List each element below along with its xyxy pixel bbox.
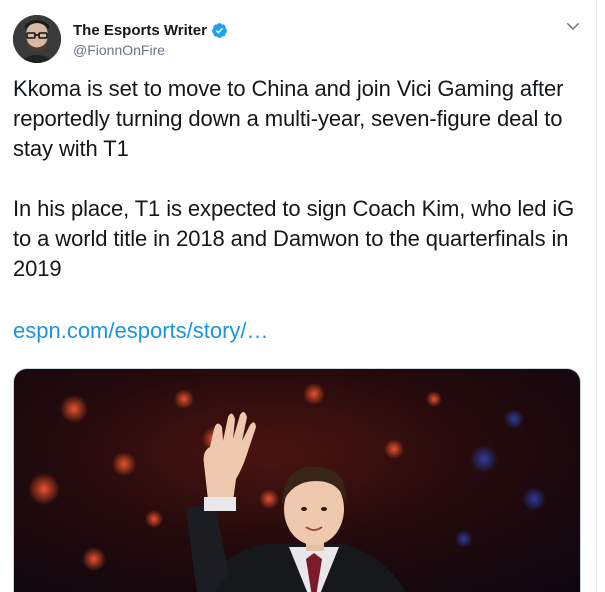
tweet-text: Kkoma is set to move to China and join V… xyxy=(13,76,575,281)
author-info[interactable]: The Esports Writer @FionnOnFire xyxy=(73,20,228,58)
tweet-link[interactable]: espn.com/esports/story/… xyxy=(13,316,269,346)
author-name-row: The Esports Writer xyxy=(73,20,228,40)
tweet-media-photo[interactable] xyxy=(13,368,581,592)
author-handle[interactable]: @FionnOnFire xyxy=(73,42,228,58)
person-with-glasses-avatar xyxy=(13,15,61,63)
photo-of-man-waving xyxy=(14,369,580,592)
chevron-down-icon[interactable] xyxy=(564,17,582,35)
author-display-name[interactable]: The Esports Writer xyxy=(73,22,207,39)
verified-badge-icon xyxy=(211,22,227,38)
author-avatar[interactable] xyxy=(13,15,61,63)
tweet-card[interactable]: The Esports Writer @FionnOnFire Kkoma is… xyxy=(0,0,597,592)
